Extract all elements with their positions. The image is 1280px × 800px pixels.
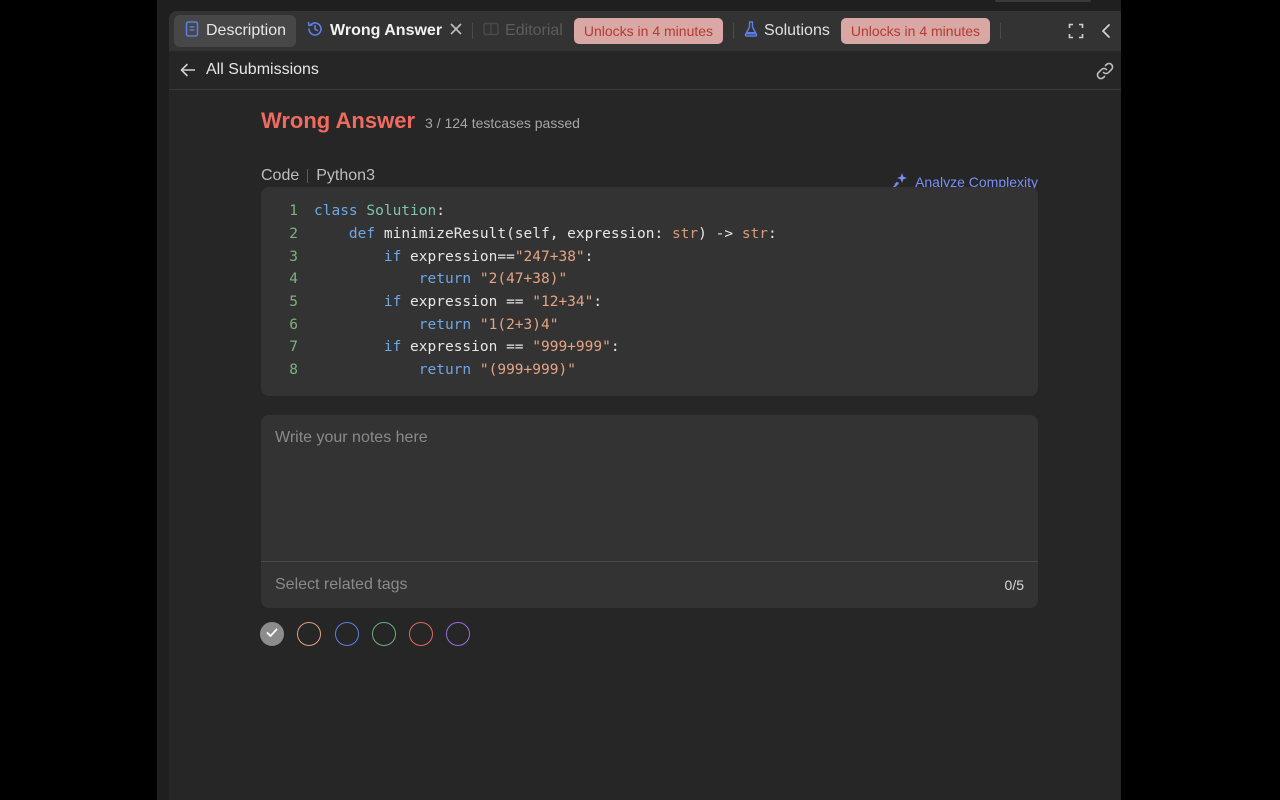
code-line: 7 if expression == "999+999": <box>261 336 1038 359</box>
tags-selector[interactable]: Select related tags 0/5 <box>261 562 1038 608</box>
code-token: return <box>418 271 472 288</box>
color-option-red[interactable] <box>409 622 434 646</box>
line-number: 8 <box>289 362 298 379</box>
code-label-row: Code Python3 <box>261 167 375 185</box>
code-line: 2 def minimizeResult(self, expression: s… <box>261 223 1038 246</box>
code-token: "999+999" <box>532 339 611 356</box>
link-icon[interactable] <box>1095 61 1115 86</box>
language-label: Python3 <box>316 167 375 184</box>
submission-panel: Description Wrong Answer Editorial Unloc… <box>169 11 1121 800</box>
code-line: 3 if expression=="247+38": <box>261 245 1038 268</box>
code-token: return <box>418 362 472 379</box>
tags-count: 0/5 <box>1004 577 1024 593</box>
tab-divider <box>1000 23 1002 39</box>
color-option-purple[interactable] <box>446 622 471 646</box>
solutions-unlock-badge: Unlocks in 4 minutes <box>840 18 991 44</box>
line-number: 6 <box>289 316 298 333</box>
code-token: expression == <box>410 294 533 311</box>
code-line: 1 class Solution: <box>261 200 1038 223</box>
check-icon <box>266 625 278 643</box>
testcases-passed: 3 / 124 testcases passed <box>425 115 580 131</box>
code-token: : <box>436 203 445 220</box>
submission-subheader: All Submissions <box>169 51 1121 90</box>
tab-divider <box>733 23 735 39</box>
code-token: "2(47+38)" <box>479 271 568 288</box>
tab-description-label: Description <box>206 22 287 39</box>
tab-wrong-answer[interactable]: Wrong Answer <box>306 15 462 47</box>
code-token: if <box>383 294 402 311</box>
code-token: if <box>383 248 402 265</box>
code-token: : <box>610 339 620 356</box>
code-token: "12+34" <box>532 294 594 311</box>
code-token: Solution <box>366 203 437 220</box>
history-icon <box>306 20 324 43</box>
note-color-picker <box>260 622 484 646</box>
color-option-gray[interactable] <box>260 622 284 646</box>
line-number: 4 <box>289 271 298 288</box>
code-token: if <box>383 339 402 356</box>
code-token: expression == <box>410 339 533 356</box>
color-option-blue[interactable] <box>334 622 359 646</box>
tab-solutions-label: Solutions <box>764 22 830 39</box>
tab-bar: Description Wrong Answer Editorial Unloc… <box>169 11 1121 51</box>
document-icon <box>185 20 199 42</box>
code-token: "247+38" <box>514 248 585 265</box>
tab-wrong-answer-label: Wrong Answer <box>330 22 443 39</box>
code-token: str <box>741 226 769 243</box>
editorial-unlock-badge: Unlocks in 4 minutes <box>573 18 724 44</box>
code-token: : <box>768 226 777 243</box>
color-option-orange[interactable] <box>297 622 322 646</box>
line-number: 2 <box>289 226 298 243</box>
all-submissions-link[interactable]: All Submissions <box>206 61 319 79</box>
arrow-left-icon[interactable] <box>179 61 197 79</box>
tab-editorial[interactable]: Editorial <box>483 15 563 47</box>
top-edge-strip <box>995 0 1091 2</box>
code-token: expression== <box>410 248 515 265</box>
line-number: 1 <box>289 203 298 220</box>
code-line: 5 if expression == "12+34": <box>261 291 1038 314</box>
code-viewer[interactable]: 1 class Solution: 2 def minimizeResult(s… <box>261 187 1038 396</box>
line-number: 5 <box>289 294 298 311</box>
notes-card: Write your notes here Select related tag… <box>261 415 1038 608</box>
color-option-green[interactable] <box>371 622 396 646</box>
code-line: 8 return "(999+999)" <box>261 359 1038 382</box>
code-line: 4 return "2(47+38)" <box>261 268 1038 291</box>
code-token: class <box>314 203 358 220</box>
code-line: 6 return "1(2+3)4" <box>261 313 1038 336</box>
notes-textarea[interactable]: Write your notes here <box>261 415 1038 562</box>
label-divider <box>307 169 309 183</box>
code-token: "(999+999)" <box>479 362 576 379</box>
book-icon <box>483 22 499 41</box>
fullscreen-icon[interactable] <box>1061 16 1091 46</box>
close-icon[interactable] <box>450 22 462 40</box>
tab-editorial-label: Editorial <box>505 22 563 39</box>
code-token: : <box>593 294 603 311</box>
tab-description[interactable]: Description <box>174 15 297 47</box>
result-header: Wrong Answer 3 / 124 testcases passed <box>261 108 580 134</box>
code-token: minimizeResult(self, expression: <box>383 226 672 243</box>
tab-bar-actions <box>1061 11 1121 51</box>
tab-solutions[interactable]: Solutions <box>744 15 830 47</box>
code-token: return <box>418 316 472 333</box>
tab-divider <box>472 23 474 39</box>
code-token: ) -> <box>698 226 742 243</box>
result-status: Wrong Answer <box>261 108 416 133</box>
tags-placeholder: Select related tags <box>275 576 408 593</box>
code-token: : <box>584 248 594 265</box>
code-label: Code <box>261 167 300 184</box>
line-number: 3 <box>289 248 298 265</box>
line-number: 7 <box>289 339 298 356</box>
code-token: "1(2+3)4" <box>479 316 559 333</box>
flask-icon <box>744 20 758 42</box>
code-token: def <box>348 226 376 243</box>
chevron-left-icon[interactable] <box>1091 16 1121 46</box>
code-token: str <box>671 226 699 243</box>
